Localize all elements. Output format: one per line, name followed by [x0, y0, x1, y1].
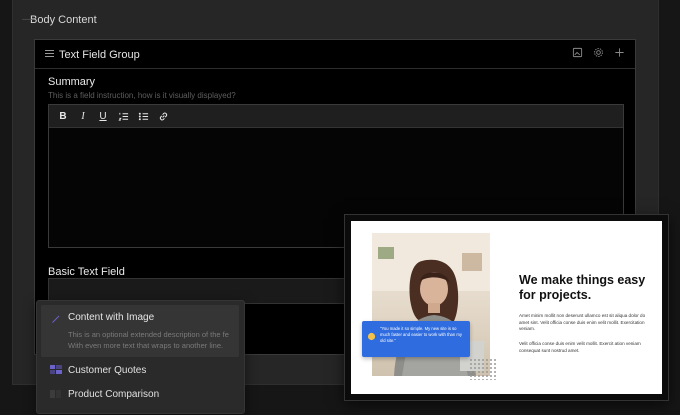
menu-item-title: Customer Quotes	[68, 365, 147, 376]
image-preview-icon[interactable]	[572, 47, 583, 58]
menu-item-content-with-image[interactable]: Content with Image This is an optional e…	[41, 305, 239, 357]
ordered-list-icon	[117, 112, 128, 121]
summary-help-text: This is a field instruction, how is it v…	[48, 91, 236, 100]
ordered-list-button[interactable]	[115, 108, 131, 124]
testimonial-text: "You made it so simple. My new site is s…	[380, 326, 462, 343]
bullet-list-button[interactable]	[135, 108, 151, 124]
italic-button[interactable]: I	[75, 108, 91, 124]
group-header: Text Field Group	[35, 40, 635, 69]
collapse-dash-icon: —	[22, 14, 32, 25]
menu-item-description: This is an optional extended description…	[68, 330, 229, 350]
gear-icon[interactable]	[593, 47, 604, 58]
basic-text-field-label: Basic Text Field	[48, 266, 125, 278]
pen-icon	[52, 315, 60, 323]
decorative-dot-grid	[469, 358, 497, 380]
preview-canvas: "You made it so simple. My new site is s…	[351, 221, 662, 394]
testimonial-quote-card: "You made it so simple. My new site is s…	[362, 321, 470, 357]
waving-hand-icon	[367, 332, 376, 341]
menu-item-title: Product Comparison	[68, 389, 160, 400]
block-type-menu: Content with Image This is an optional e…	[36, 300, 245, 414]
menu-item-title: Content with Image	[68, 312, 155, 323]
group-title: Text Field Group	[59, 49, 140, 61]
link-icon	[159, 112, 167, 120]
editor-toolbar: B I U	[49, 105, 623, 128]
menu-item-product-comparison[interactable]: Product Comparison	[37, 385, 244, 405]
preview-paragraph-2: Velit officia conse duis enim velit moll…	[519, 341, 641, 353]
summary-label: Summary	[48, 76, 96, 88]
body-content-header[interactable]: — Body Content	[22, 14, 97, 26]
link-button[interactable]	[155, 108, 171, 124]
quote-blocks-icon	[50, 365, 62, 374]
bold-button[interactable]: B	[55, 108, 71, 124]
preview-paragraph-1: Amet minim mollit non deserunt ullamco e…	[519, 313, 646, 331]
underline-button[interactable]: U	[95, 108, 111, 124]
bullet-list-icon	[138, 112, 148, 120]
drag-handle-icon[interactable]	[45, 50, 54, 57]
block-preview-card: "You made it so simple. My new site is s…	[344, 214, 669, 401]
plus-icon[interactable]	[614, 47, 625, 58]
preview-heading: We make things easy for projects.	[519, 273, 646, 302]
comparison-icon	[50, 390, 61, 398]
body-content-title: Body Content	[30, 14, 97, 26]
menu-item-customer-quotes[interactable]: Customer Quotes	[37, 361, 244, 381]
